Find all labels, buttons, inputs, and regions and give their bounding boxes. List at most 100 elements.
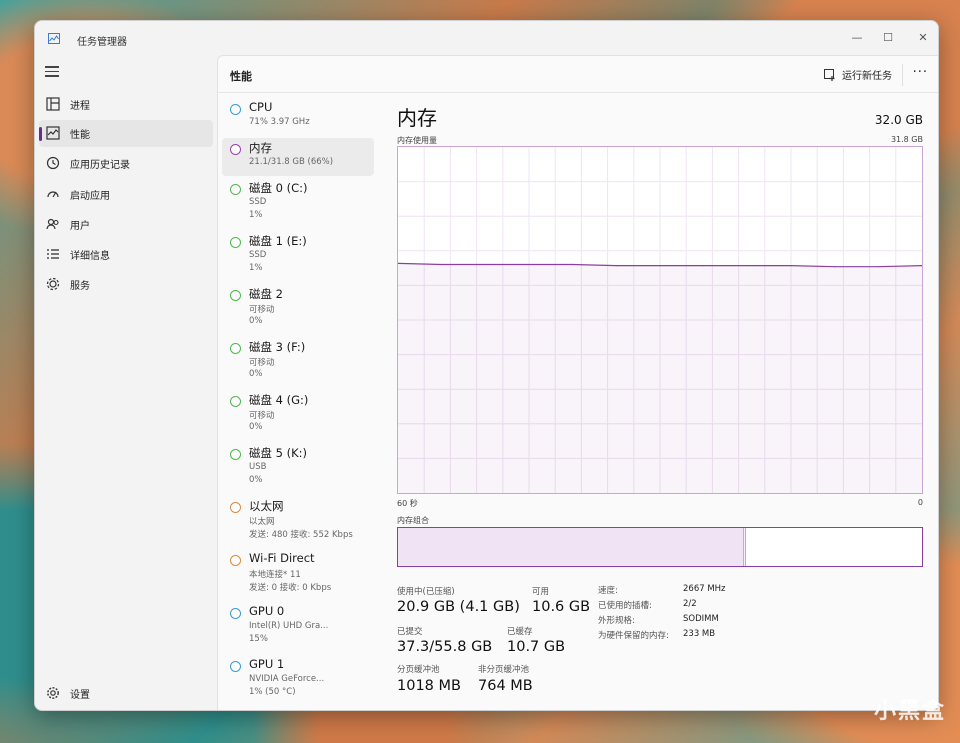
sidebar-item-app-history[interactable]: 应用历史记录 bbox=[39, 150, 213, 177]
title-bar[interactable]: 任务管理器 — ☐ ✕ bbox=[35, 21, 938, 55]
composition-modified-segment bbox=[743, 528, 747, 566]
device-name: 磁盘 1 (E:) bbox=[249, 234, 307, 248]
device-status-icon bbox=[230, 184, 241, 195]
device-status-icon bbox=[230, 449, 241, 460]
device-status-icon bbox=[230, 502, 241, 513]
device-name: Wi-Fi Direct bbox=[249, 551, 315, 565]
sidebar-item-services[interactable]: 服务 bbox=[39, 271, 213, 298]
available-label: 可用 bbox=[532, 587, 550, 597]
non-paged-pool-value: 764 MB bbox=[478, 678, 533, 694]
device-item[interactable]: 以太网 以太网 发送: 480 接收: 552 Kbps bbox=[222, 496, 374, 546]
paged-pool-label: 分页缓冲池 bbox=[397, 665, 440, 675]
device-item[interactable]: GPU 0 Intel(R) UHD Gra... 15% bbox=[222, 602, 374, 652]
device-subtext: 71% 3.97 GHz bbox=[249, 117, 310, 127]
memory-composition-bar bbox=[397, 527, 923, 567]
sidebar-item-startup[interactable]: 启动应用 bbox=[39, 181, 213, 208]
memory-usage-point bbox=[746, 264, 748, 267]
close-button[interactable]: ✕ bbox=[913, 27, 933, 47]
sidebar-item-label: 启动应用 bbox=[70, 191, 110, 202]
device-subtext: 0% bbox=[249, 369, 263, 379]
device-item[interactable]: Wi-Fi Direct 本地连接* 11 发送: 0 接收: 0 Kbps bbox=[222, 549, 374, 599]
device-name: 以太网 bbox=[249, 499, 284, 513]
run-task-label: 运行新任务 bbox=[842, 71, 892, 82]
device-subtext: USB bbox=[249, 462, 267, 472]
users-icon bbox=[46, 218, 59, 230]
memory-usage-point bbox=[484, 263, 486, 266]
sidebar-item-details[interactable]: 详细信息 bbox=[39, 241, 213, 268]
sidebar-item-users[interactable]: 用户 bbox=[39, 211, 213, 238]
in-use-value: 20.9 GB (4.1 GB) bbox=[397, 599, 520, 615]
minimize-button[interactable]: — bbox=[847, 27, 867, 47]
device-item[interactable]: 磁盘 4 (G:) 可移动 0% bbox=[222, 390, 374, 440]
slots-value: 2/2 bbox=[683, 599, 697, 609]
memory-usage-point bbox=[572, 263, 574, 266]
device-subtext: Intel(R) UHD Gra... bbox=[249, 621, 329, 631]
committed-label: 已提交 bbox=[397, 627, 423, 637]
total-memory: 32.0 GB bbox=[874, 113, 923, 127]
device-name: GPU 0 bbox=[249, 604, 285, 618]
device-subtext: 15% bbox=[249, 634, 268, 644]
device-item[interactable]: 磁盘 2 可移动 0% bbox=[222, 284, 374, 334]
device-subtext: SSD bbox=[249, 197, 267, 207]
memory-usage-point bbox=[790, 264, 792, 267]
device-subtext: 可移动 bbox=[249, 358, 275, 368]
more-options-button[interactable]: ··· bbox=[913, 65, 928, 80]
memory-usage-point bbox=[528, 263, 530, 266]
memory-usage-point bbox=[703, 264, 705, 267]
device-item[interactable]: 内存 21.1/31.8 GB (66%) bbox=[222, 138, 374, 176]
paged-pool-value: 1018 MB bbox=[397, 678, 461, 694]
device-name: CPU bbox=[249, 100, 273, 114]
sidebar: 进程 性能 应用历史记录 启动应用 用户 详细信息 服务 设置 bbox=[35, 55, 217, 710]
device-subtext: 1% (50 °C) bbox=[249, 687, 296, 697]
axis-left-label: 60 秒 bbox=[397, 499, 418, 508]
non-paged-pool-label: 非分页缓冲池 bbox=[478, 665, 530, 675]
sidebar-item-processes[interactable]: 进程 bbox=[39, 91, 213, 118]
hamburger-icon[interactable] bbox=[45, 66, 59, 78]
run-new-task-button[interactable]: 运行新任务 bbox=[824, 67, 892, 82]
memory-usage-point bbox=[441, 263, 443, 266]
cached-value: 10.7 GB bbox=[507, 639, 566, 655]
device-item[interactable]: 磁盘 5 (K:) USB 0% bbox=[222, 443, 374, 493]
device-subtext: 发送: 480 接收: 552 Kbps bbox=[249, 530, 353, 540]
device-subtext: 0% bbox=[249, 475, 263, 485]
device-subtext: 可移动 bbox=[249, 305, 275, 315]
device-subtext: 0% bbox=[249, 316, 263, 326]
device-item[interactable]: GPU 1 NVIDIA GeForce... 1% (50 °C) bbox=[222, 655, 374, 705]
device-name: 磁盘 3 (F:) bbox=[249, 340, 306, 354]
device-item[interactable]: 磁盘 1 (E:) SSD 1% bbox=[222, 231, 374, 281]
device-subtext: 本地连接* 11 bbox=[249, 570, 301, 580]
watermark-logo: 小黑盒 bbox=[873, 699, 946, 724]
sidebar-item-label: 详细信息 bbox=[70, 251, 110, 262]
maximize-button[interactable]: ☐ bbox=[878, 27, 898, 47]
device-name: GPU 1 bbox=[249, 657, 285, 671]
device-item[interactable]: CPU 71% 3.97 GHz bbox=[222, 98, 374, 136]
memory-usage-chart bbox=[397, 147, 923, 493]
gear-icon bbox=[47, 687, 59, 699]
device-status-icon bbox=[230, 555, 241, 566]
processes-icon bbox=[46, 97, 60, 111]
device-item[interactable]: 磁盘 3 (F:) 可移动 0% bbox=[222, 337, 374, 387]
sidebar-item-settings[interactable]: 设置 bbox=[39, 680, 213, 707]
device-name: 磁盘 2 bbox=[249, 287, 283, 301]
run-task-icon bbox=[824, 68, 835, 81]
committed-value: 37.3/55.8 GB bbox=[397, 639, 493, 655]
sidebar-item-label: 设置 bbox=[70, 690, 90, 701]
device-status-icon bbox=[230, 144, 241, 155]
device-name: 内存 bbox=[249, 141, 272, 155]
memory-detail-panel: 内存 32.0 GB 内存使用量 31.8 GB 60 秒 0 内存组合 使用中… bbox=[380, 94, 938, 710]
device-subtext: NVIDIA GeForce... bbox=[249, 674, 325, 684]
slots-key: 已使用的插槽: bbox=[598, 601, 652, 611]
detail-title: 内存 bbox=[397, 106, 437, 130]
header-divider bbox=[902, 64, 903, 86]
device-status-icon bbox=[230, 608, 241, 619]
device-subtext: SSD bbox=[249, 250, 267, 260]
device-subtext: 21.1/31.8 GB (66%) bbox=[249, 157, 334, 167]
device-subtext: 1% bbox=[249, 210, 263, 220]
form-factor-key: 外形规格: bbox=[598, 616, 635, 626]
in-use-label: 使用中(已压缩) bbox=[397, 587, 455, 597]
axis-right-label: 0 bbox=[917, 498, 923, 507]
sidebar-item-performance[interactable]: 性能 bbox=[39, 120, 213, 147]
device-item[interactable]: 磁盘 0 (C:) SSD 1% bbox=[222, 178, 374, 228]
device-name: 磁盘 4 (G:) bbox=[249, 393, 309, 407]
device-subtext: 发送: 0 接收: 0 Kbps bbox=[249, 583, 332, 593]
